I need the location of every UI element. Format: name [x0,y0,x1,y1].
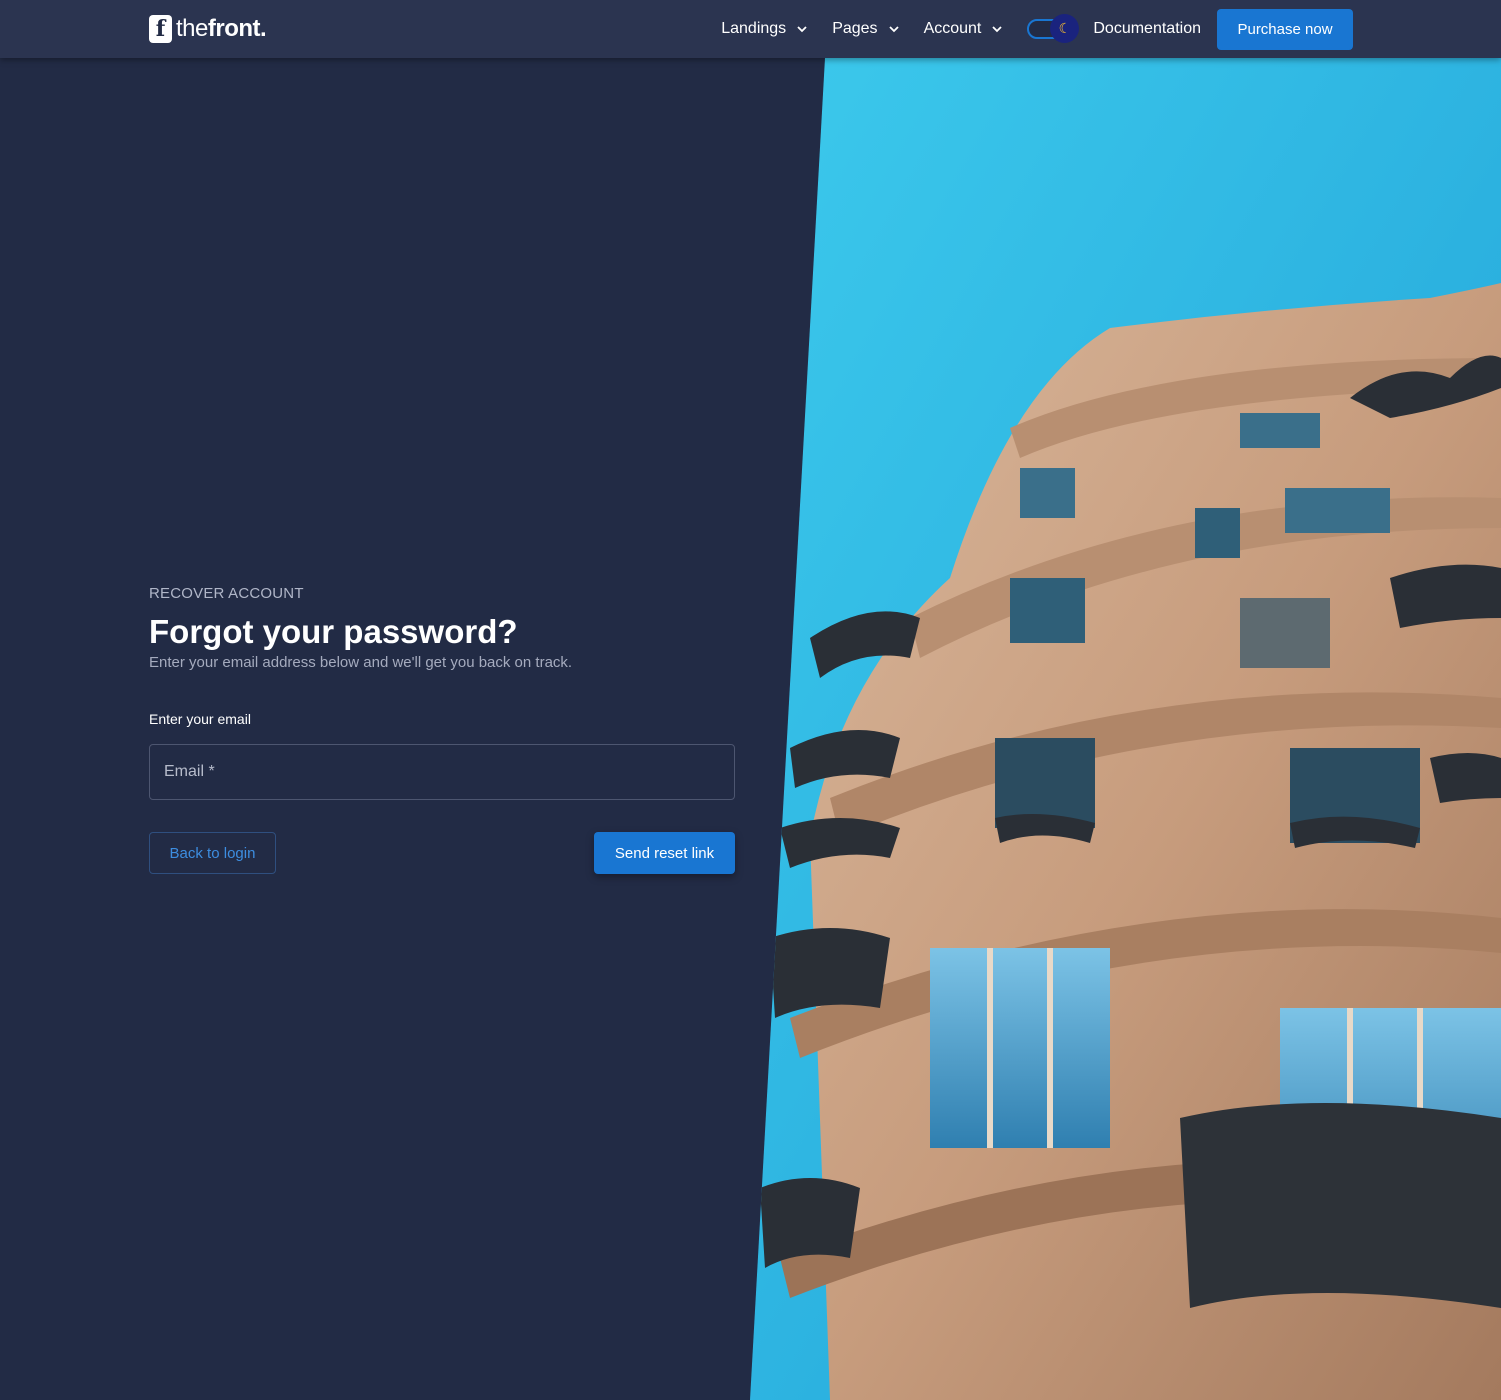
hero-image [750,58,1501,1400]
recover-account-form: RECOVER ACCOUNT Forgot your password? En… [149,585,735,874]
chevron-down-icon [992,26,1003,33]
chevron-down-icon [888,26,899,33]
send-reset-link-button[interactable]: Send reset link [594,832,735,874]
building-photo [750,58,1501,1400]
page-title: Forgot your password? [149,613,518,650]
logo[interactable]: f thefront. [149,14,267,44]
nav-pages[interactable]: Pages [832,20,899,38]
main-nav: Landings Pages Account ☾ Documentation P… [721,8,1353,50]
logo-text: thefront. [176,15,267,42]
nav-landings[interactable]: Landings [721,20,808,38]
nav-account-label: Account [923,20,982,37]
form-overline: RECOVER ACCOUNT [149,585,304,602]
top-navbar: f thefront. Landings Pages Account ☾ Doc… [0,0,1501,58]
nav-pages-label: Pages [832,20,878,37]
form-actions: Back to login Send reset link [149,832,735,874]
theme-toggle[interactable]: ☾ [1027,14,1080,44]
moon-icon: ☾ [1050,14,1080,43]
page-subtitle: Enter your email address below and we'll… [149,654,573,671]
nav-landings-label: Landings [721,20,787,37]
nav-account[interactable]: Account [924,20,1004,38]
email-placeholder: Email * [164,763,215,780]
chevron-down-icon [797,26,807,33]
email-label: Enter your email [149,711,251,727]
purchase-now-button[interactable]: Purchase now [1217,8,1353,50]
nav-documentation[interactable]: Documentation [1093,20,1201,38]
back-to-login-button[interactable]: Back to login [149,832,276,874]
f-logo-icon: f [149,15,172,43]
email-field[interactable]: Email * [149,744,735,800]
